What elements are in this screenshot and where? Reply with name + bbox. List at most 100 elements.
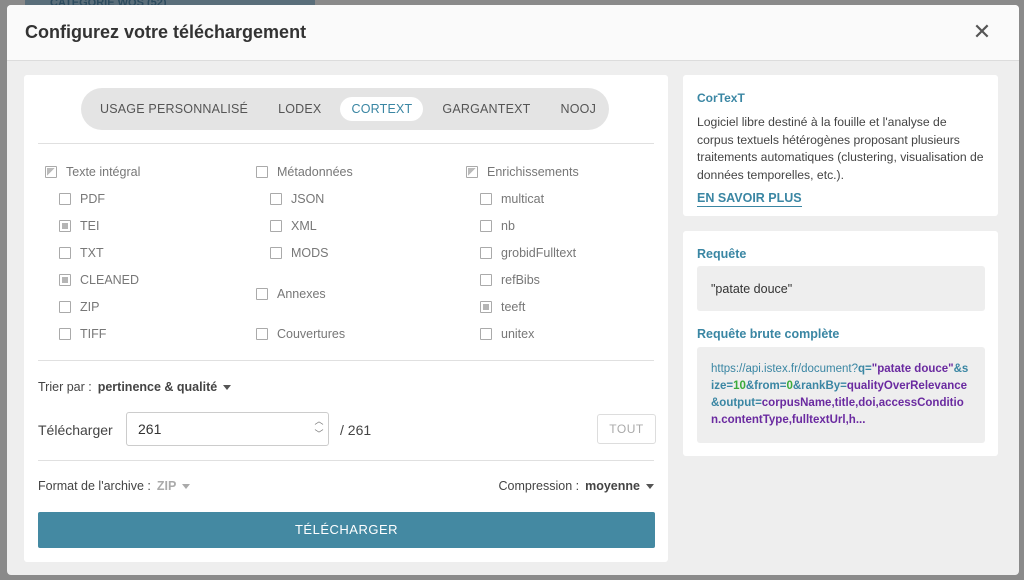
checkbox-box — [59, 247, 71, 259]
raw-query-part: &output= — [711, 397, 762, 409]
divider — [38, 143, 654, 144]
checkbox-label: TIFF — [80, 327, 107, 341]
query-value: "patate douce" — [711, 282, 793, 296]
stepper-down-icon[interactable]: ﹀ — [314, 428, 324, 441]
number-stepper[interactable]: ︿ ﹀ — [314, 415, 324, 441]
checkbox-tiff[interactable]: TIFF — [59, 327, 106, 341]
checkbox-tei[interactable]: TEI — [59, 219, 99, 233]
tab-lodex[interactable]: LODEX — [267, 97, 332, 121]
stepper-up-icon[interactable]: ︿ — [314, 415, 324, 428]
query-label: Requête — [697, 247, 747, 261]
checkbox-annexes[interactable]: Annexes — [256, 287, 326, 301]
checkbox-label: nb — [501, 219, 515, 233]
compression-value: moyenne — [585, 479, 640, 493]
checkbox-label: MODS — [291, 246, 329, 260]
query-value-box: "patate douce" — [697, 266, 985, 311]
raw-query-part: qualityOverRelevance — [846, 380, 968, 392]
raw-query-part: &rankBy= — [792, 380, 847, 392]
dialog-header: Configurez votre téléchargement ✕ — [7, 5, 1019, 61]
chevron-down-icon — [182, 483, 191, 489]
checkbox-mods[interactable]: MODS — [270, 246, 329, 260]
sort-selector[interactable]: Trier par : pertinence & qualité — [38, 380, 232, 394]
raw-query-part: &from= — [745, 380, 787, 392]
close-icon[interactable]: ✕ — [971, 21, 993, 43]
checkbox-texte-integral[interactable]: Texte intégral — [45, 165, 140, 179]
checkbox-partial-icon — [466, 166, 478, 178]
checkbox-label: TEI — [80, 219, 100, 233]
checkbox-cleaned[interactable]: CLEANED — [59, 273, 139, 287]
checkbox-label: multicat — [501, 192, 545, 206]
checkbox-box — [59, 193, 71, 205]
checkbox-label: ZIP — [80, 300, 100, 314]
checkbox-zip[interactable]: ZIP — [59, 300, 99, 314]
checkbox-box — [270, 220, 282, 232]
archive-format-selector[interactable]: Format de l'archive : ZIP — [38, 479, 191, 493]
checkbox-box — [256, 328, 268, 340]
checkbox-label: refBibs — [501, 273, 540, 287]
compression-label: Compression : — [498, 479, 580, 493]
checkbox-txt[interactable]: TXT — [59, 246, 104, 260]
checkbox-label: Texte intégral — [66, 165, 141, 179]
checkbox-multicat[interactable]: multicat — [480, 192, 544, 206]
checkbox-nb[interactable]: nb — [480, 219, 515, 233]
learn-more-link[interactable]: EN SAVOIR PLUS — [697, 191, 802, 207]
tab-usage-personnalise[interactable]: USAGE PERSONNALISÉ — [89, 97, 259, 121]
checkbox-pdf[interactable]: PDF — [59, 192, 105, 206]
checkbox-refbibs[interactable]: refBibs — [480, 273, 540, 287]
checkbox-box — [270, 193, 282, 205]
checkbox-label: TXT — [80, 246, 104, 260]
checkbox-box — [59, 220, 71, 232]
checkbox-grobidfulltext[interactable]: grobidFulltext — [480, 246, 576, 260]
download-button[interactable]: TÉLÉCHARGER — [38, 512, 655, 548]
sort-value: pertinence & qualité — [97, 380, 218, 394]
sort-label: Trier par : — [38, 380, 92, 394]
query-card: Requête "patate douce" Requête brute com… — [683, 231, 998, 456]
checkbox-label: PDF — [80, 192, 105, 206]
checkbox-label: JSON — [291, 192, 325, 206]
raw-query-box: https://api.istex.fr/document?q="patate … — [697, 347, 985, 443]
compression-selector[interactable]: Compression : moyenne — [499, 479, 654, 493]
checkbox-box — [256, 166, 268, 178]
archive-format-value: ZIP — [156, 479, 177, 493]
checkbox-box — [270, 247, 282, 259]
download-count-label: Télécharger — [38, 422, 113, 438]
raw-query-part: 10 — [733, 380, 746, 392]
checkbox-box — [480, 247, 492, 259]
checkbox-box — [59, 328, 71, 340]
checkbox-label: XML — [291, 219, 317, 233]
checkbox-box — [59, 274, 71, 286]
dialog-title: Configurez votre téléchargement — [25, 22, 307, 42]
checkbox-couvertures[interactable]: Couvertures — [256, 327, 345, 341]
checkbox-metadonnees[interactable]: Métadonnées — [256, 165, 353, 179]
select-all-button[interactable]: TOUT — [597, 414, 656, 444]
tab-gargantext[interactable]: GARGANTEXT — [431, 97, 541, 121]
checkbox-box — [480, 220, 492, 232]
download-count-input[interactable]: 261 ︿ ﹀ — [126, 412, 329, 446]
raw-query-part: https://api.istex.fr/document? — [711, 363, 859, 375]
checkbox-unitex[interactable]: unitex — [480, 327, 534, 341]
raw-query-label: Requête brute complète — [697, 327, 840, 341]
checkbox-box — [256, 288, 268, 300]
tool-description: Logiciel libre destiné à la fouille et l… — [697, 115, 984, 182]
raw-query-part: q= — [858, 363, 872, 375]
checkbox-box — [480, 328, 492, 340]
tab-cortext[interactable]: CORTEXT — [340, 97, 424, 121]
chevron-down-icon — [223, 384, 232, 390]
checkbox-json[interactable]: JSON — [270, 192, 324, 206]
checkbox-label: teeft — [501, 300, 526, 314]
checkbox-box — [480, 301, 492, 313]
config-panel: USAGE PERSONNALISÉ LODEX CORTEXT GARGANT… — [24, 75, 668, 562]
checkbox-label: Annexes — [277, 287, 326, 301]
checkbox-label: unitex — [501, 327, 535, 341]
checkbox-label: Couvertures — [277, 327, 346, 341]
checkbox-enrichissements[interactable]: Enrichissements — [466, 165, 579, 179]
checkbox-xml[interactable]: XML — [270, 219, 317, 233]
download-total: / 261 — [340, 422, 372, 438]
checkbox-label: grobidFulltext — [501, 246, 577, 260]
checkbox-label: Métadonnées — [277, 165, 353, 179]
raw-query-url[interactable]: https://api.istex.fr/document?q="patate … — [711, 361, 971, 429]
checkbox-label: Enrichissements — [487, 165, 579, 179]
tab-nooj[interactable]: NOOJ — [550, 97, 608, 121]
checkbox-label: CLEANED — [80, 273, 140, 287]
checkbox-teeft[interactable]: teeft — [480, 300, 525, 314]
